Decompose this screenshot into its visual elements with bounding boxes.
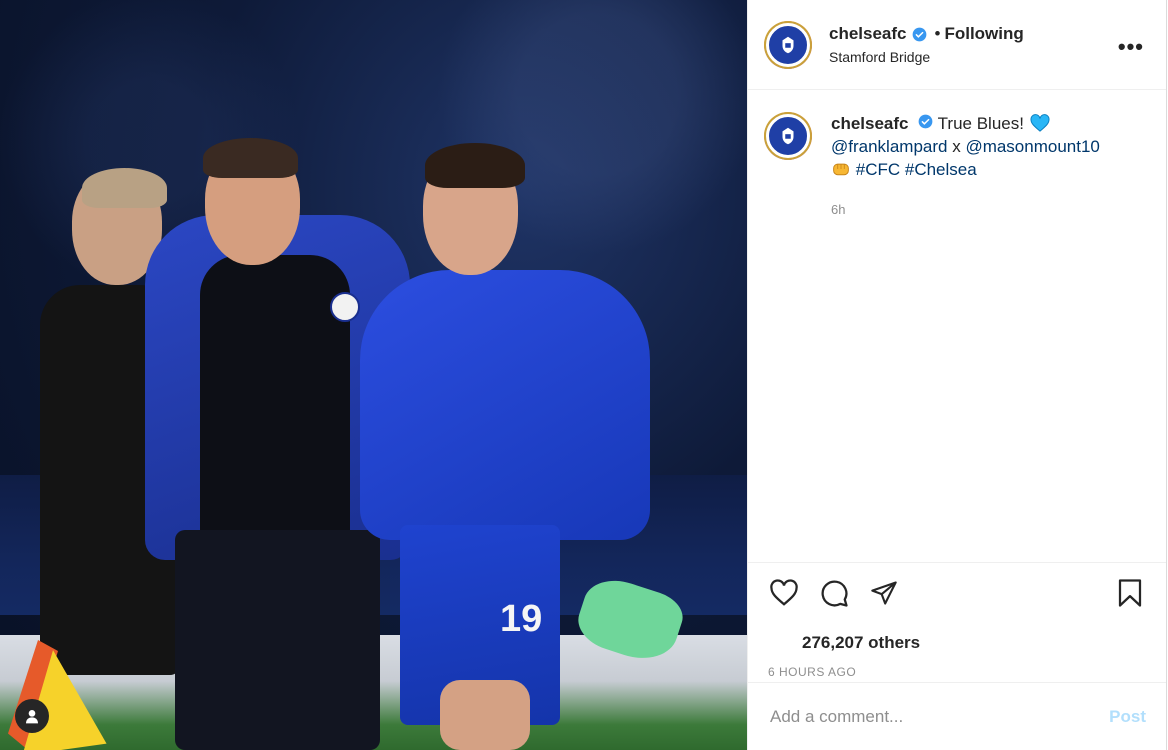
chelsea-crest-icon xyxy=(766,114,810,158)
bookmark-icon[interactable] xyxy=(1114,577,1146,609)
referee-hair xyxy=(82,168,167,208)
separator-dot: • xyxy=(934,24,941,43)
post-photo[interactable]: 19 xyxy=(0,0,747,750)
avatar[interactable] xyxy=(764,20,812,69)
coach-hair xyxy=(203,138,298,178)
location-link[interactable]: Stamford Bridge xyxy=(829,49,1024,65)
blue-heart-icon xyxy=(1029,114,1051,133)
caption-text: chelseafc True Blues! @franklampard x @m… xyxy=(831,112,1131,221)
likes-count[interactable]: 276,207 others xyxy=(802,633,1146,653)
post-comment-button[interactable]: Post xyxy=(1109,707,1146,727)
verified-badge-icon xyxy=(918,114,933,129)
player-hair xyxy=(425,143,525,188)
player-shirt xyxy=(360,270,650,540)
instagram-post: 19 chelseafc • Following Stamford Bridge… xyxy=(0,0,1168,750)
verified-badge-icon xyxy=(912,27,927,42)
post-side-panel: chelseafc • Following Stamford Bridge ••… xyxy=(747,0,1167,750)
hashtag-cfc[interactable]: #CFC xyxy=(856,160,900,179)
user-icon xyxy=(26,710,38,724)
linesman-flag xyxy=(8,644,107,750)
post-timestamp[interactable]: 6 HOURS AGO xyxy=(768,665,1146,679)
caption-body: True Blues! xyxy=(937,114,1024,133)
heart-icon[interactable] xyxy=(768,577,800,609)
chelsea-crest-icon xyxy=(766,22,810,67)
post-caption: chelseafc True Blues! @franklampard x @m… xyxy=(764,112,1150,221)
shirt-number: 19 xyxy=(500,598,543,640)
caption-avatar[interactable] xyxy=(764,112,812,160)
post-actions: 276,207 others 6 HOURS AGO xyxy=(748,562,1166,682)
coach-trousers xyxy=(175,530,380,750)
comments-section: chelseafc True Blues! @franklampard x @m… xyxy=(748,90,1166,562)
caption-username[interactable]: chelseafc xyxy=(831,114,909,133)
caption-connector: x xyxy=(952,137,961,156)
caption-time[interactable]: 6h xyxy=(831,198,1131,221)
header-username[interactable]: chelseafc xyxy=(829,24,907,44)
coach-shirt xyxy=(200,255,350,555)
more-options-icon[interactable]: ••• xyxy=(1118,34,1144,60)
comment-icon[interactable] xyxy=(818,577,850,609)
following-button[interactable]: Following xyxy=(944,24,1023,44)
comment-form: Post xyxy=(748,682,1166,750)
fist-bump-icon xyxy=(831,160,856,179)
player-leg xyxy=(440,680,530,750)
mention-franklampard[interactable]: @franklampard xyxy=(831,137,947,156)
mention-masonmount10[interactable]: @masonmount10 xyxy=(965,137,1099,156)
post-header: chelseafc • Following Stamford Bridge ••… xyxy=(748,0,1166,90)
tagged-users-button[interactable] xyxy=(15,699,49,733)
comment-input[interactable] xyxy=(768,705,1110,728)
hashtag-chelsea[interactable]: #Chelsea xyxy=(905,160,977,179)
share-icon[interactable] xyxy=(868,577,900,609)
club-crest-patch xyxy=(330,292,360,322)
